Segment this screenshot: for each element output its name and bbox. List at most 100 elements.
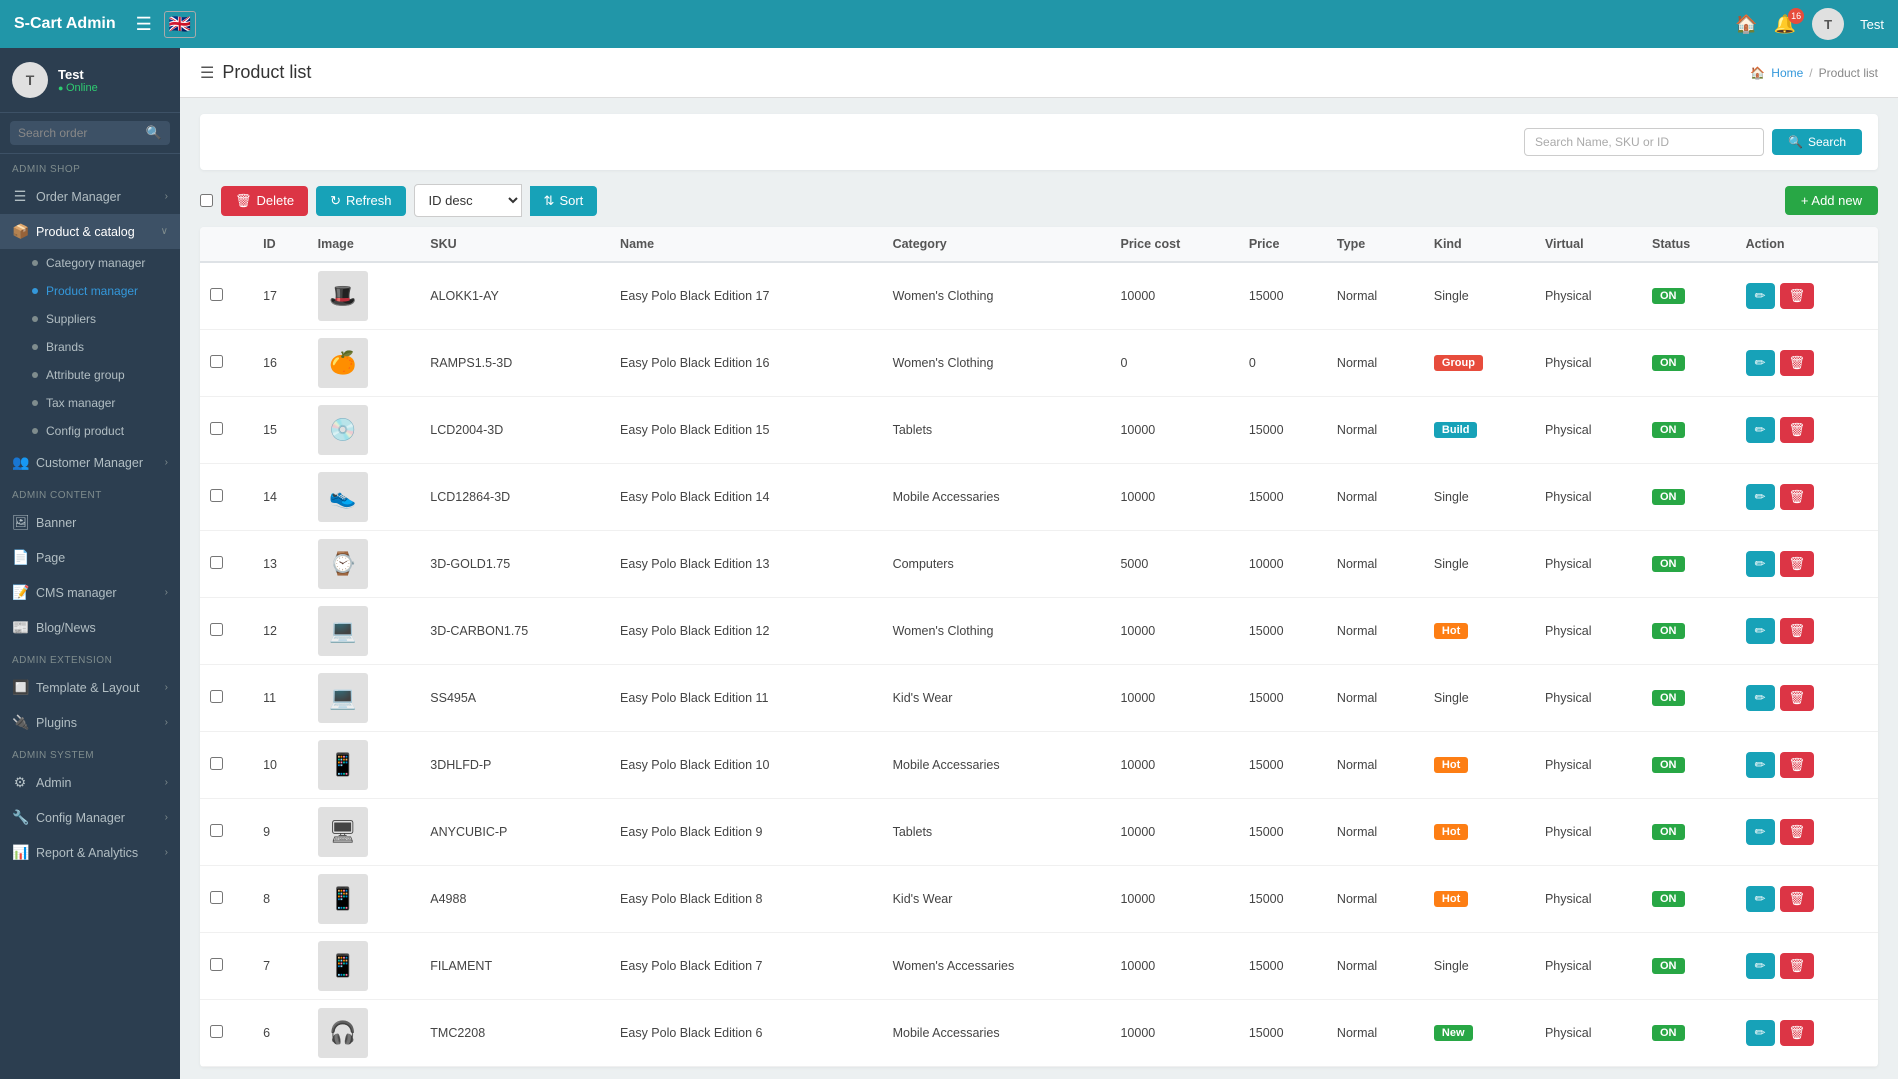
edit-button[interactable]: ✏ xyxy=(1746,417,1775,443)
row-checkbox[interactable] xyxy=(210,623,223,636)
sidebar-item-blog-news[interactable]: 📰 Blog/News xyxy=(0,610,180,645)
product-search-input[interactable] xyxy=(1524,128,1764,156)
sidebar-item-product-manager[interactable]: Product manager xyxy=(0,277,180,305)
row-checkbox[interactable] xyxy=(210,355,223,368)
sidebar-item-report-analytics[interactable]: 📊 Report & Analytics › xyxy=(0,835,180,870)
sidebar-item-template-layout[interactable]: 🔲 Template & Layout › xyxy=(0,670,180,705)
row-id: 14 xyxy=(253,464,308,531)
sidebar-item-attribute-group[interactable]: Attribute group xyxy=(0,361,180,389)
delete-button[interactable]: 🗑 Delete xyxy=(221,186,308,216)
sidebar-search-button[interactable]: 🔍 xyxy=(146,125,162,141)
remove-button[interactable]: 🗑 xyxy=(1780,819,1815,845)
row-kind: Group xyxy=(1424,330,1535,397)
edit-button[interactable]: ✏ xyxy=(1746,953,1775,979)
sidebar-item-label: Customer Manager xyxy=(36,456,143,470)
language-flag-button[interactable]: 🇬🇧 xyxy=(164,11,196,38)
edit-button[interactable]: ✏ xyxy=(1746,551,1775,577)
row-type: Normal xyxy=(1327,397,1424,464)
sidebar-search-wrapper: 🔍 xyxy=(10,121,170,145)
edit-button[interactable]: ✏ xyxy=(1746,350,1775,376)
remove-button[interactable]: 🗑 xyxy=(1780,752,1815,778)
row-actions: ✏ 🗑 xyxy=(1736,866,1878,933)
sidebar-item-suppliers[interactable]: Suppliers xyxy=(0,305,180,333)
chevron-down-icon: ∨ xyxy=(161,226,168,237)
row-name: Easy Polo Black Edition 6 xyxy=(610,1000,883,1067)
row-checkbox[interactable] xyxy=(210,1025,223,1038)
row-checkbox[interactable] xyxy=(210,288,223,301)
row-checkbox[interactable] xyxy=(210,489,223,502)
action-buttons: ✏ 🗑 xyxy=(1746,484,1868,510)
remove-button[interactable]: 🗑 xyxy=(1780,551,1815,577)
row-image: 📱 xyxy=(308,866,421,933)
row-name: Easy Polo Black Edition 12 xyxy=(610,598,883,665)
notifications-button[interactable]: 🔔 16 xyxy=(1774,14,1796,35)
remove-button[interactable]: 🗑 xyxy=(1780,1020,1815,1046)
sidebar-item-config-manager[interactable]: 🔧 Config Manager › xyxy=(0,800,180,835)
edit-button[interactable]: ✏ xyxy=(1746,819,1775,845)
product-search-button[interactable]: 🔍 Search xyxy=(1772,129,1862,155)
remove-button[interactable]: 🗑 xyxy=(1780,484,1815,510)
edit-button[interactable]: ✏ xyxy=(1746,484,1775,510)
edit-button[interactable]: ✏ xyxy=(1746,685,1775,711)
sidebar-item-product-catalog[interactable]: 📦 Product & catalog ∨ xyxy=(0,214,180,249)
row-checkbox[interactable] xyxy=(210,891,223,904)
user-avatar[interactable]: T xyxy=(1812,8,1844,40)
home-nav-button[interactable]: 🏠 xyxy=(1735,14,1757,35)
row-checkbox[interactable] xyxy=(210,757,223,770)
row-actions: ✏ 🗑 xyxy=(1736,262,1878,330)
edit-button[interactable]: ✏ xyxy=(1746,1020,1775,1046)
edit-button[interactable]: ✏ xyxy=(1746,886,1775,912)
users-icon: 👥 xyxy=(12,454,28,471)
breadcrumb-home-link[interactable]: Home xyxy=(1771,66,1803,80)
remove-button[interactable]: 🗑 xyxy=(1780,417,1815,443)
row-checkbox[interactable] xyxy=(210,422,223,435)
edit-button[interactable]: ✏ xyxy=(1746,752,1775,778)
refresh-button[interactable]: ↻ Refresh xyxy=(316,186,405,216)
row-type: Normal xyxy=(1327,1000,1424,1067)
hamburger-button[interactable]: ☰ xyxy=(136,14,152,35)
sidebar-item-cms-manager[interactable]: 📝 CMS manager › xyxy=(0,575,180,610)
sort-button[interactable]: ⇅ Sort xyxy=(530,186,598,216)
sidebar-item-label: Banner xyxy=(36,516,76,530)
edit-button[interactable]: ✏ xyxy=(1746,283,1775,309)
user-display-name: Test xyxy=(1860,17,1884,32)
sidebar-item-page[interactable]: 📄 Page xyxy=(0,540,180,575)
sidebar-item-plugins[interactable]: 🔌 Plugins › xyxy=(0,705,180,740)
row-image: 🖥 xyxy=(308,799,421,866)
sidebar-item-label: Admin xyxy=(36,776,71,790)
sidebar-item-brands[interactable]: Brands xyxy=(0,333,180,361)
sidebar-item-order-manager[interactable]: ☰ Order Manager › xyxy=(0,179,180,214)
remove-button[interactable]: 🗑 xyxy=(1780,953,1815,979)
row-virtual: Physical xyxy=(1535,262,1642,330)
status-badge: ON xyxy=(1652,556,1685,572)
top-nav-icons: 🏠 🔔 16 T Test xyxy=(1735,8,1884,40)
row-checkbox[interactable] xyxy=(210,690,223,703)
remove-button[interactable]: 🗑 xyxy=(1780,685,1815,711)
row-kind: Single xyxy=(1424,464,1535,531)
sort-select[interactable]: ID desc ID asc Name asc Name desc xyxy=(414,184,522,217)
search-input[interactable] xyxy=(18,126,146,140)
remove-button[interactable]: 🗑 xyxy=(1780,350,1815,376)
remove-button[interactable]: 🗑 xyxy=(1780,283,1815,309)
remove-button[interactable]: 🗑 xyxy=(1780,886,1815,912)
row-image: 📱 xyxy=(308,732,421,799)
sidebar-item-customer-manager[interactable]: 👥 Customer Manager › xyxy=(0,445,180,480)
sidebar-item-banner[interactable]: 🖼 Banner xyxy=(0,505,180,540)
sidebar-item-category-manager[interactable]: Category manager xyxy=(0,249,180,277)
row-virtual: Physical xyxy=(1535,866,1642,933)
row-actions: ✏ 🗑 xyxy=(1736,732,1878,799)
row-price: 15000 xyxy=(1239,397,1327,464)
chevron-right-icon: › xyxy=(165,457,168,468)
sidebar-item-config-product[interactable]: Config product xyxy=(0,417,180,445)
select-all-checkbox[interactable] xyxy=(200,194,213,207)
add-new-button[interactable]: + Add new xyxy=(1785,186,1878,215)
row-checkbox[interactable] xyxy=(210,556,223,569)
sidebar-item-admin[interactable]: ⚙ Admin › xyxy=(0,765,180,800)
remove-button[interactable]: 🗑 xyxy=(1780,618,1815,644)
row-checkbox[interactable] xyxy=(210,958,223,971)
edit-button[interactable]: ✏ xyxy=(1746,618,1775,644)
sidebar-item-tax-manager[interactable]: Tax manager xyxy=(0,389,180,417)
search-bar-section: 🔍 Search xyxy=(200,114,1878,170)
row-kind: Hot xyxy=(1424,732,1535,799)
row-checkbox[interactable] xyxy=(210,824,223,837)
